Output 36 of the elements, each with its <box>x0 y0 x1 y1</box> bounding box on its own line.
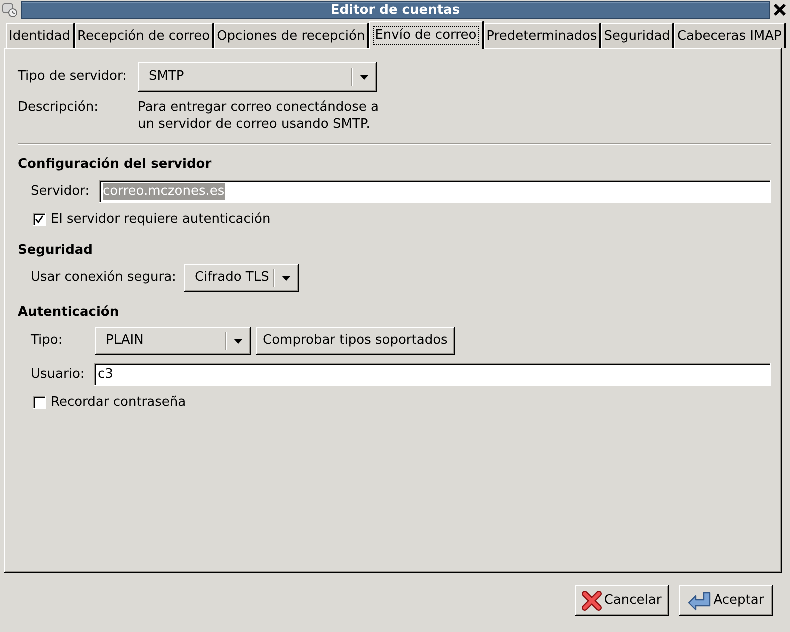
tab[interactable]: Identidad <box>6 23 75 48</box>
tab[interactable]: Seguridad <box>601 23 674 48</box>
caret-down-icon <box>234 338 243 344</box>
tab[interactable]: Recepción de correo <box>74 23 214 48</box>
dialog-button[interactable]: Cancelar <box>575 585 669 616</box>
auth-type-label: Tipo: <box>31 332 64 350</box>
user-label: Usuario: <box>31 366 86 384</box>
return-arrow-icon <box>688 590 712 610</box>
server-type-label: Tipo de servidor: <box>18 68 128 86</box>
user-field[interactable]: c3 <box>94 363 771 386</box>
description-label: Descripción: <box>18 99 100 116</box>
section-heading: Configuración del servidor <box>18 156 212 173</box>
tab[interactable]: Opciones de recepción <box>214 23 370 48</box>
close-icon[interactable] <box>773 3 787 17</box>
remember-password-label: Recordar contraseña <box>51 394 186 411</box>
caret-down-icon <box>360 74 369 80</box>
requires-auth-checkbox[interactable] <box>33 213 46 226</box>
check-types-button[interactable]: Comprobar tipos soportados <box>256 327 455 355</box>
dialog-button[interactable]: Aceptar <box>679 585 773 616</box>
auth-type-dropdown[interactable]: PLAIN <box>95 327 251 355</box>
section-heading: Autenticación <box>18 304 120 321</box>
description-text: Para entregar correo conectándose a un servidor de correo usando SMTP. <box>138 99 380 133</box>
checkmark-icon <box>35 215 44 224</box>
cross-icon <box>582 590 602 610</box>
caret-down-icon <box>282 276 292 280</box>
server-label: Servidor: <box>31 182 91 201</box>
section-heading: Seguridad <box>18 242 93 259</box>
tab[interactable]: Predeterminados <box>484 23 602 48</box>
remember-password-checkbox[interactable] <box>33 396 46 409</box>
requires-auth-label: El servidor requiere autenticación <box>51 211 271 228</box>
server-type-dropdown[interactable]: SMTP <box>138 62 377 92</box>
window-title: Editor de cuentas <box>330 4 460 16</box>
tab[interactable]: Cabeceras IMAP <box>674 23 786 48</box>
tab[interactable]: Envío de correo <box>369 21 484 49</box>
secure-connection-dropdown[interactable]: Cifrado TLS <box>184 264 300 292</box>
secure-connection-label: Usar conexión segura: <box>31 269 178 288</box>
